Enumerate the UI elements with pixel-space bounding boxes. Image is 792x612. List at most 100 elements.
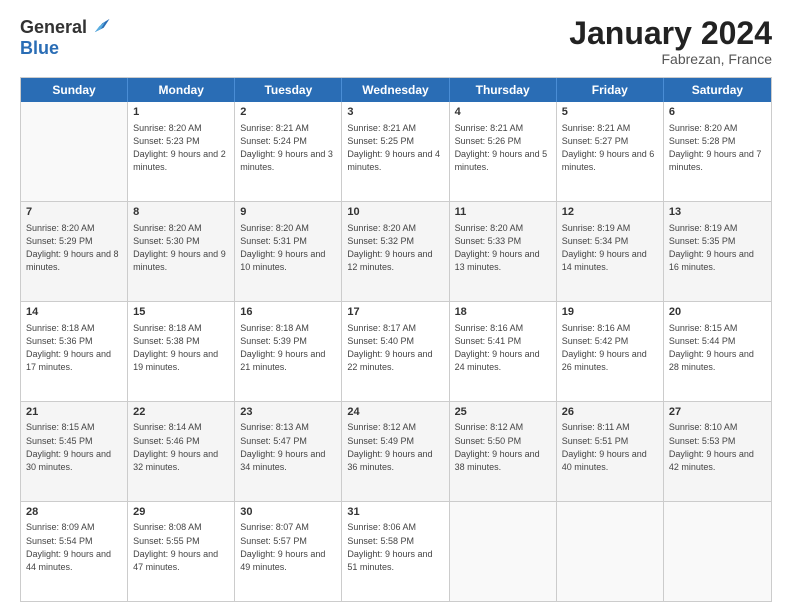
calendar-cell: 12Sunrise: 8:19 AM Sunset: 5:34 PM Dayli… <box>557 202 664 301</box>
day-info: Sunrise: 8:16 AM Sunset: 5:41 PM Dayligh… <box>455 322 551 374</box>
header-saturday: Saturday <box>664 78 771 102</box>
day-info: Sunrise: 8:21 AM Sunset: 5:24 PM Dayligh… <box>240 122 336 174</box>
day-number: 19 <box>562 305 658 320</box>
calendar-cell: 24Sunrise: 8:12 AM Sunset: 5:49 PM Dayli… <box>342 402 449 501</box>
day-number: 6 <box>669 105 766 120</box>
day-info: Sunrise: 8:07 AM Sunset: 5:57 PM Dayligh… <box>240 521 336 573</box>
day-number: 17 <box>347 305 443 320</box>
day-info: Sunrise: 8:06 AM Sunset: 5:58 PM Dayligh… <box>347 521 443 573</box>
calendar-cell: 8 Sunrise: 8:20 AM Sunset: 5:30 PM Daylig… <box>128 202 235 301</box>
day-number: 13 <box>669 205 766 220</box>
day-number: 28 <box>26 505 122 520</box>
day-number: 18 <box>455 305 551 320</box>
day-info: Sunrise: 8:12 AM Sunset: 5:49 PM Dayligh… <box>347 421 443 473</box>
day-info: Sunrise: 8:08 AM Sunset: 5:55 PM Dayligh… <box>133 521 229 573</box>
calendar-cell: 13Sunrise: 8:19 AM Sunset: 5:35 PM Dayli… <box>664 202 771 301</box>
logo: General Blue <box>20 16 111 59</box>
day-info: Sunrise: 8:11 AM Sunset: 5:51 PM Dayligh… <box>562 421 658 473</box>
calendar-cell: 21Sunrise: 8:15 AM Sunset: 5:45 PM Dayli… <box>21 402 128 501</box>
day-number: 22 <box>133 405 229 420</box>
calendar-row-4: 21Sunrise: 8:15 AM Sunset: 5:45 PM Dayli… <box>21 402 771 502</box>
header-monday: Monday <box>128 78 235 102</box>
calendar: Sunday Monday Tuesday Wednesday Thursday… <box>20 77 772 602</box>
calendar-cell: 18 Sunrise: 8:16 AM Sunset: 5:41 PM Dayli… <box>450 302 557 401</box>
calendar-cell: 30Sunrise: 8:07 AM Sunset: 5:57 PM Dayli… <box>235 502 342 601</box>
day-info: Sunrise: 8:15 AM Sunset: 5:44 PM Dayligh… <box>669 322 766 374</box>
day-number: 10 <box>347 205 443 220</box>
calendar-cell: 1 Sunrise: 8:20 AM Sunset: 5:23 PM Daylig… <box>128 102 235 201</box>
day-info: Sunrise: 8:10 AM Sunset: 5:53 PM Dayligh… <box>669 421 766 473</box>
calendar-cell: 2 Sunrise: 8:21 AM Sunset: 5:24 PM Daylig… <box>235 102 342 201</box>
calendar-cell: 14 Sunrise: 8:18 AM Sunset: 5:36 PM Dayli… <box>21 302 128 401</box>
calendar-header: Sunday Monday Tuesday Wednesday Thursday… <box>21 78 771 102</box>
day-number: 5 <box>562 105 658 120</box>
day-info: Sunrise: 8:16 AM Sunset: 5:42 PM Dayligh… <box>562 322 658 374</box>
day-number: 31 <box>347 505 443 520</box>
logo-blue-text: Blue <box>20 38 59 59</box>
day-info: Sunrise: 8:18 AM Sunset: 5:39 PM Dayligh… <box>240 322 336 374</box>
day-number: 14 <box>26 305 122 320</box>
calendar-cell: 25Sunrise: 8:12 AM Sunset: 5:50 PM Dayli… <box>450 402 557 501</box>
title-block: January 2024 Fabrezan, France <box>569 16 772 67</box>
day-info: Sunrise: 8:21 AM Sunset: 5:26 PM Dayligh… <box>455 122 551 174</box>
calendar-cell: 3Sunrise: 8:21 AM Sunset: 5:25 PM Daylig… <box>342 102 449 201</box>
header-friday: Friday <box>557 78 664 102</box>
calendar-row-3: 14 Sunrise: 8:18 AM Sunset: 5:36 PM Dayli… <box>21 302 771 402</box>
header-tuesday: Tuesday <box>235 78 342 102</box>
day-number: 2 <box>240 105 336 120</box>
header-wednesday: Wednesday <box>342 78 449 102</box>
calendar-cell: 16 Sunrise: 8:18 AM Sunset: 5:39 PM Dayli… <box>235 302 342 401</box>
day-info: Sunrise: 8:14 AM Sunset: 5:46 PM Dayligh… <box>133 421 229 473</box>
day-info: Sunrise: 8:18 AM Sunset: 5:36 PM Dayligh… <box>26 322 122 374</box>
calendar-cell: 10 Sunrise: 8:20 AM Sunset: 5:32 PM Dayli… <box>342 202 449 301</box>
day-number: 3 <box>347 105 443 120</box>
calendar-cell: 15 Sunrise: 8:18 AM Sunset: 5:38 PM Dayli… <box>128 302 235 401</box>
calendar-row-5: 28Sunrise: 8:09 AM Sunset: 5:54 PM Dayli… <box>21 502 771 601</box>
day-info: Sunrise: 8:20 AM Sunset: 5:33 PM Dayligh… <box>455 222 551 274</box>
day-info: Sunrise: 8:18 AM Sunset: 5:38 PM Dayligh… <box>133 322 229 374</box>
page: General Blue January 2024 Fabrezan, Fran… <box>0 0 792 612</box>
logo-general-text: General <box>20 17 87 38</box>
calendar-cell <box>450 502 557 601</box>
day-info: Sunrise: 8:20 AM Sunset: 5:31 PM Dayligh… <box>240 222 336 274</box>
calendar-row-2: 7Sunrise: 8:20 AM Sunset: 5:29 PM Daylig… <box>21 202 771 302</box>
day-info: Sunrise: 8:20 AM Sunset: 5:30 PM Dayligh… <box>133 222 229 274</box>
calendar-cell: 7Sunrise: 8:20 AM Sunset: 5:29 PM Daylig… <box>21 202 128 301</box>
month-title: January 2024 <box>569 16 772 51</box>
day-number: 16 <box>240 305 336 320</box>
calendar-cell: 29Sunrise: 8:08 AM Sunset: 5:55 PM Dayli… <box>128 502 235 601</box>
calendar-cell: 22Sunrise: 8:14 AM Sunset: 5:46 PM Dayli… <box>128 402 235 501</box>
day-number: 8 <box>133 205 229 220</box>
day-number: 30 <box>240 505 336 520</box>
logo-bird-icon <box>89 16 111 38</box>
calendar-cell: 9 Sunrise: 8:20 AM Sunset: 5:31 PM Daylig… <box>235 202 342 301</box>
calendar-row-1: 1 Sunrise: 8:20 AM Sunset: 5:23 PM Daylig… <box>21 102 771 202</box>
calendar-cell: 31Sunrise: 8:06 AM Sunset: 5:58 PM Dayli… <box>342 502 449 601</box>
day-info: Sunrise: 8:21 AM Sunset: 5:27 PM Dayligh… <box>562 122 658 174</box>
day-number: 9 <box>240 205 336 220</box>
day-info: Sunrise: 8:13 AM Sunset: 5:47 PM Dayligh… <box>240 421 336 473</box>
calendar-cell: 4Sunrise: 8:21 AM Sunset: 5:26 PM Daylig… <box>450 102 557 201</box>
day-number: 12 <box>562 205 658 220</box>
day-info: Sunrise: 8:20 AM Sunset: 5:23 PM Dayligh… <box>133 122 229 174</box>
day-number: 21 <box>26 405 122 420</box>
calendar-cell: 26Sunrise: 8:11 AM Sunset: 5:51 PM Dayli… <box>557 402 664 501</box>
day-number: 27 <box>669 405 766 420</box>
day-number: 15 <box>133 305 229 320</box>
calendar-cell: 23Sunrise: 8:13 AM Sunset: 5:47 PM Dayli… <box>235 402 342 501</box>
calendar-cell: 17Sunrise: 8:17 AM Sunset: 5:40 PM Dayli… <box>342 302 449 401</box>
day-number: 1 <box>133 105 229 120</box>
day-number: 29 <box>133 505 229 520</box>
day-number: 7 <box>26 205 122 220</box>
day-info: Sunrise: 8:20 AM Sunset: 5:32 PM Dayligh… <box>347 222 443 274</box>
header-thursday: Thursday <box>450 78 557 102</box>
calendar-cell <box>557 502 664 601</box>
calendar-cell: 28Sunrise: 8:09 AM Sunset: 5:54 PM Dayli… <box>21 502 128 601</box>
calendar-body: 1 Sunrise: 8:20 AM Sunset: 5:23 PM Daylig… <box>21 102 771 601</box>
calendar-cell: 5 Sunrise: 8:21 AM Sunset: 5:27 PM Daylig… <box>557 102 664 201</box>
calendar-cell <box>21 102 128 201</box>
header: General Blue January 2024 Fabrezan, Fran… <box>20 16 772 67</box>
calendar-cell: 11Sunrise: 8:20 AM Sunset: 5:33 PM Dayli… <box>450 202 557 301</box>
day-number: 24 <box>347 405 443 420</box>
calendar-cell: 20Sunrise: 8:15 AM Sunset: 5:44 PM Dayli… <box>664 302 771 401</box>
